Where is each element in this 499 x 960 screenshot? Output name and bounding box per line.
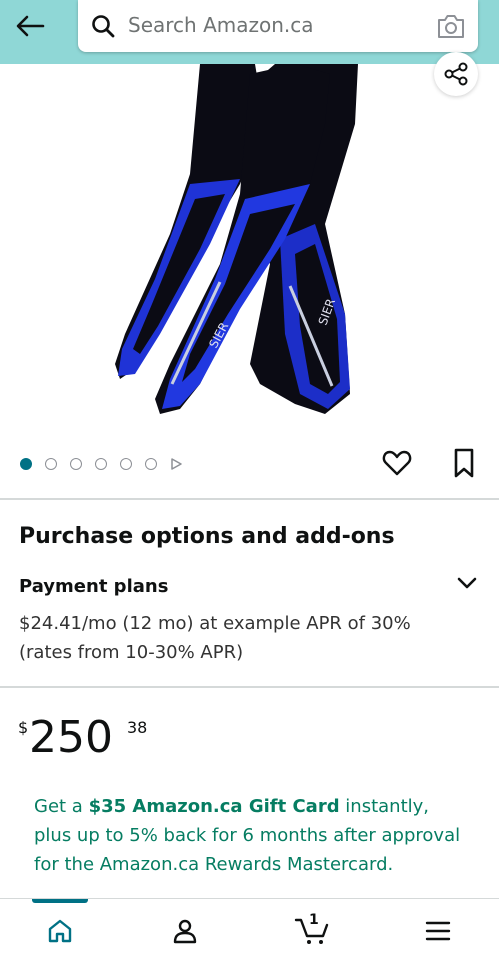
search-input[interactable]: Search Amazon.ca bbox=[78, 0, 478, 52]
nav-home-button[interactable] bbox=[40, 911, 80, 951]
arrow-left-icon bbox=[16, 15, 45, 37]
price-symbol: $ bbox=[18, 718, 29, 737]
top-bar: Search Amazon.ca bbox=[0, 0, 499, 64]
heart-icon[interactable] bbox=[382, 449, 412, 477]
video-play-icon[interactable] bbox=[170, 458, 182, 470]
image-carousel-dots[interactable] bbox=[20, 456, 182, 472]
nav-cart-button[interactable]: 1 bbox=[292, 911, 332, 951]
back-button[interactable] bbox=[12, 10, 48, 42]
bookmark-icon[interactable] bbox=[452, 447, 476, 479]
cart-count-badge: 1 bbox=[309, 912, 319, 928]
carousel-dot-5[interactable] bbox=[120, 458, 132, 470]
purchase-options-title: Purchase options and add-ons bbox=[19, 524, 395, 549]
carousel-dot-4[interactable] bbox=[95, 458, 107, 470]
gift-card-promo[interactable]: Get a $35 Amazon.ca Gift Card instantly,… bbox=[34, 792, 464, 879]
home-icon bbox=[48, 919, 72, 943]
carousel-dot-1[interactable] bbox=[20, 458, 32, 470]
search-icon bbox=[92, 15, 115, 38]
product-page: Search Amazon.ca SIER SIER Purchase opti… bbox=[0, 0, 499, 960]
nav-account-button[interactable] bbox=[165, 911, 205, 951]
carousel-dot-6[interactable] bbox=[145, 458, 157, 470]
payment-plans-description: $24.41/mo (12 mo) at example APR of 30% … bbox=[19, 613, 411, 663]
hamburger-menu-icon bbox=[425, 921, 451, 941]
price-fraction: 38 bbox=[127, 718, 148, 737]
section-divider-2 bbox=[0, 686, 499, 688]
price-whole: 250 bbox=[29, 712, 113, 763]
promo-prefix: Get a bbox=[34, 796, 89, 817]
payment-plans-title[interactable]: Payment plans bbox=[19, 576, 168, 597]
camera-icon[interactable] bbox=[436, 12, 466, 40]
product-image[interactable]: SIER SIER bbox=[100, 64, 390, 424]
section-divider bbox=[0, 498, 499, 500]
promo-highlight: $35 Amazon.ca Gift Card bbox=[88, 796, 340, 817]
share-icon bbox=[444, 62, 468, 86]
search-placeholder: Search Amazon.ca bbox=[128, 13, 314, 37]
person-icon bbox=[173, 919, 197, 944]
bottom-nav: 1 bbox=[0, 898, 499, 960]
share-button[interactable] bbox=[434, 52, 478, 96]
nav-active-indicator bbox=[32, 899, 88, 903]
carousel-dot-3[interactable] bbox=[70, 458, 82, 470]
carousel-dot-2[interactable] bbox=[45, 458, 57, 470]
chevron-down-icon[interactable] bbox=[456, 572, 478, 594]
nav-menu-button[interactable] bbox=[418, 911, 458, 951]
